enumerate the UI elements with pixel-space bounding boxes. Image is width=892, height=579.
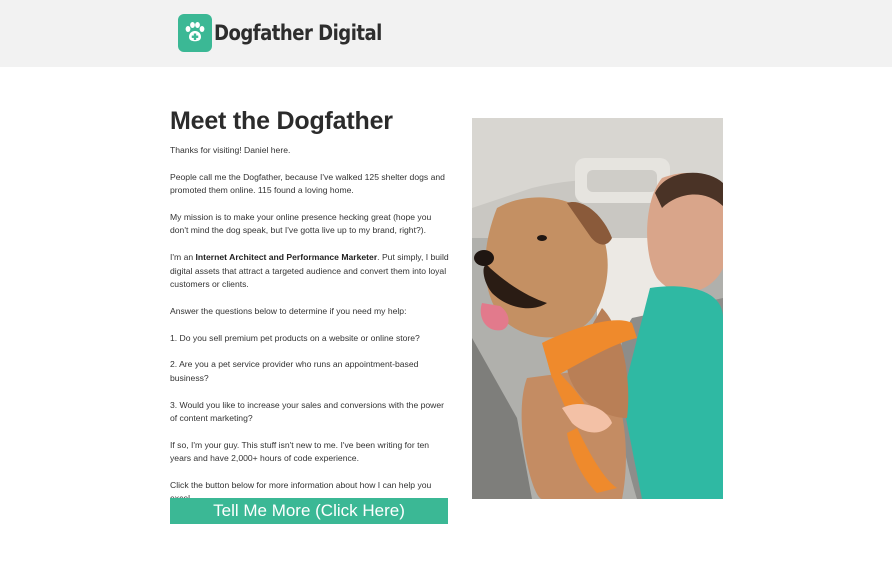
- brand-name: Dogfather Digital: [214, 21, 382, 45]
- shelter-paragraph: People call me the Dogfather, because I'…: [170, 171, 445, 196]
- intro-paragraph: Thanks for visiting! Daniel here.: [170, 145, 291, 155]
- brand-logo[interactable]: Dogfather Digital: [178, 14, 409, 52]
- role-text-pre: I'm an: [170, 252, 196, 263]
- experience-paragraph: If so, I'm your guy. This stuff isn't ne…: [170, 439, 430, 464]
- question-2: 2. Are you a pet service provider who ru…: [170, 359, 419, 383]
- profile-photo: [472, 118, 723, 499]
- questions-intro: Answer the questions below to determine …: [170, 305, 407, 316]
- paw-cross-icon: [178, 14, 212, 52]
- role-paragraph: I'm an Internet Architect and Performanc…: [170, 251, 452, 291]
- site-header: Dogfather Digital: [0, 0, 892, 67]
- tell-me-more-button[interactable]: Tell Me More (Click Here): [170, 498, 448, 524]
- role-title: Internet Architect and Performance Marke…: [195, 252, 378, 263]
- mission-paragraph: My mission is to make your online presen…: [170, 212, 432, 236]
- question-1: 1. Do you sell premium pet products on a…: [170, 332, 420, 343]
- question-3: 3. Would you like to increase your sales…: [170, 399, 445, 424]
- page-title: Meet the Dogfather: [170, 107, 393, 135]
- intro-section: Meet the Dogfather Thanks for visiting! …: [170, 107, 452, 519]
